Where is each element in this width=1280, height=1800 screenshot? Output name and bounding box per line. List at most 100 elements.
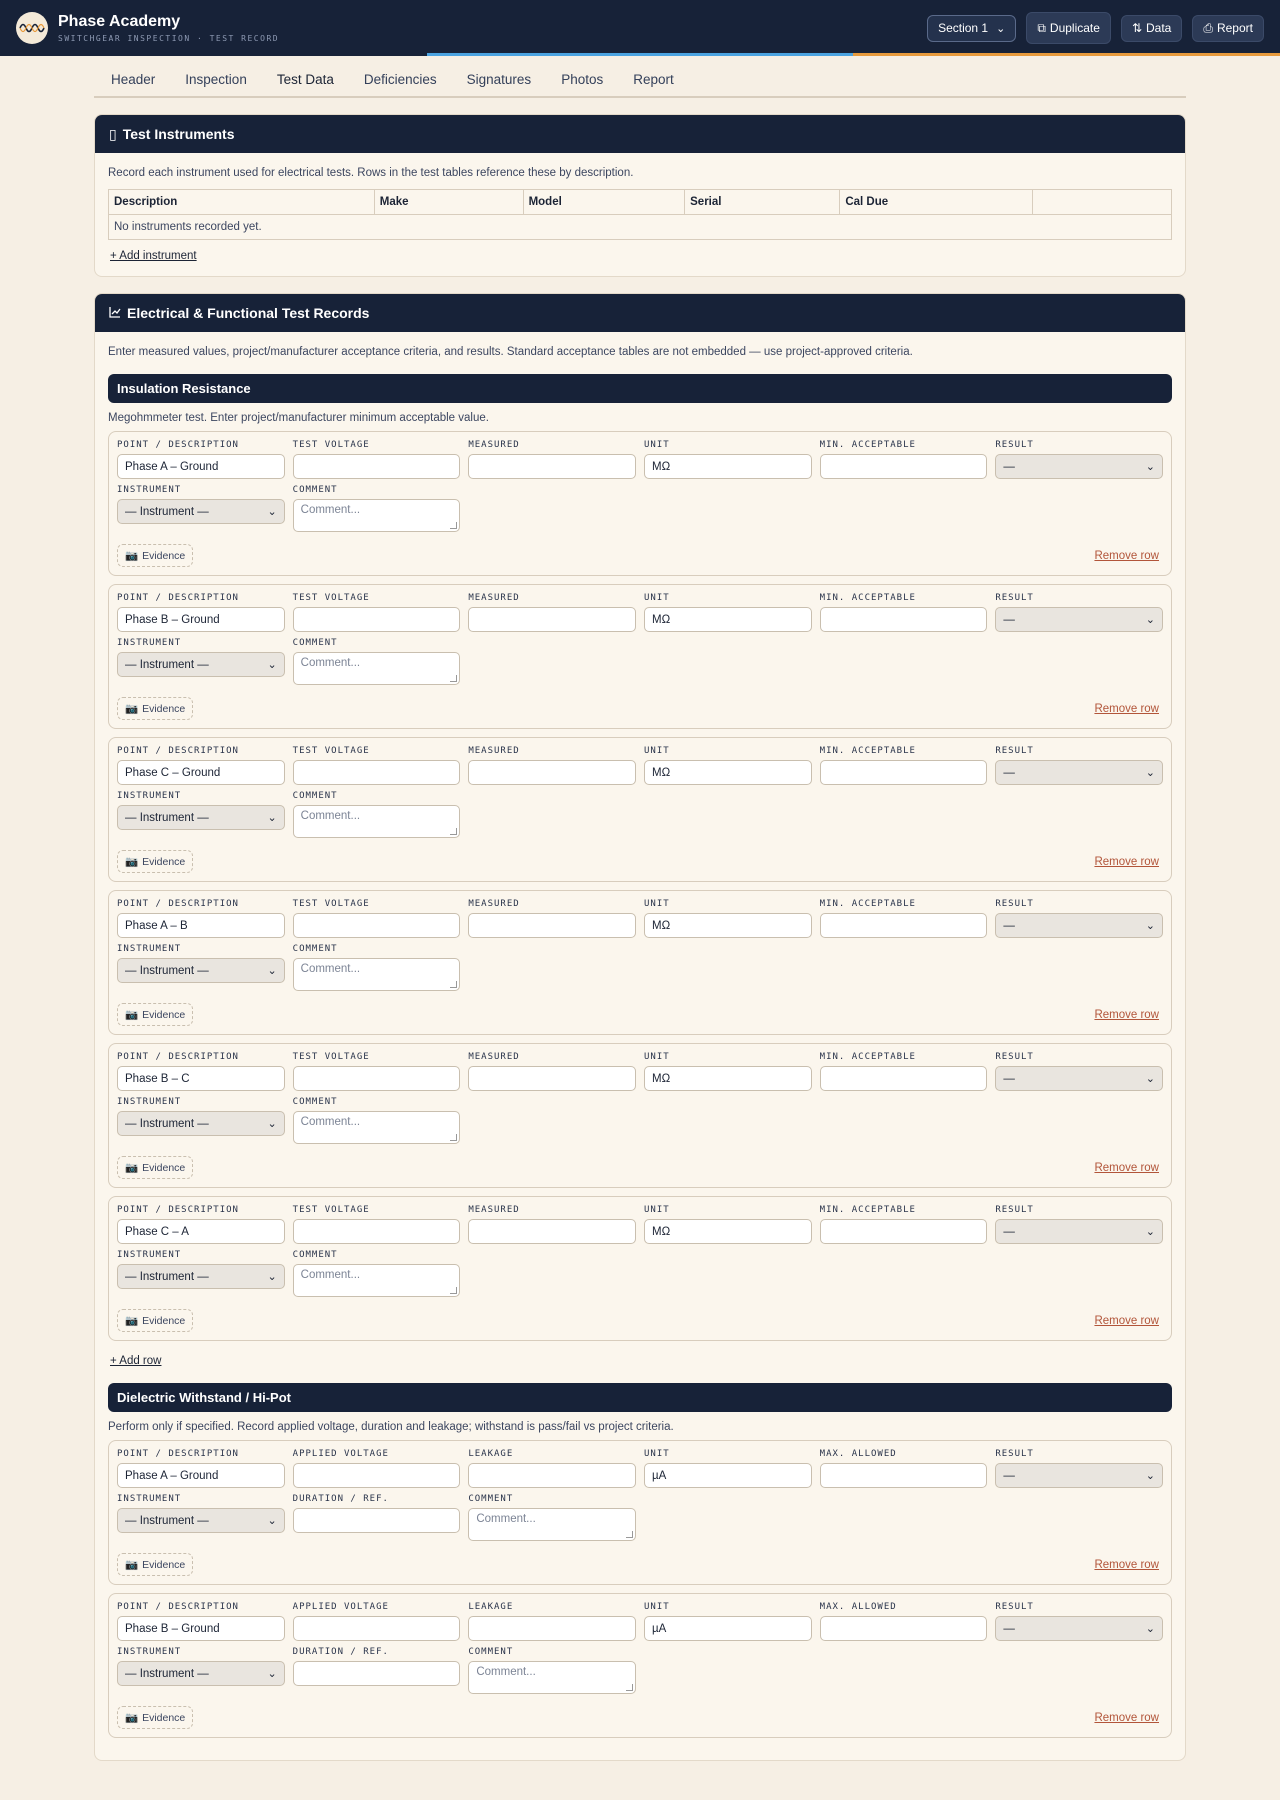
instrument-select[interactable]: — Instrument — ⌄ (117, 1264, 285, 1289)
criteria-input[interactable] (819, 1219, 988, 1244)
evidence-button[interactable]: 📷 Evidence (117, 544, 194, 567)
tab-test-data[interactable]: Test Data (262, 72, 349, 96)
report-button[interactable]: ⎙ Report (1192, 14, 1264, 42)
voltage-input[interactable] (292, 1066, 461, 1091)
measured-input[interactable] (468, 1066, 636, 1091)
duplicate-button[interactable]: ⧉ Duplicate (1026, 12, 1111, 44)
add-instrument-button[interactable]: + Add instrument (110, 250, 197, 262)
criteria-input[interactable] (819, 454, 988, 479)
unit-input[interactable]: µA (644, 1616, 812, 1641)
unit-input[interactable]: MΩ (644, 760, 812, 785)
result-select[interactable]: — ⌄ (995, 1219, 1163, 1244)
unit-input[interactable]: MΩ (644, 607, 812, 632)
instrument-select[interactable]: — Instrument — ⌄ (117, 499, 285, 524)
instrument-select[interactable]: — Instrument — ⌄ (117, 805, 285, 830)
point-input[interactable]: Phase C – Ground (117, 760, 285, 785)
criteria-input[interactable] (819, 1463, 988, 1488)
comment-textarea[interactable]: Comment... (292, 1111, 461, 1144)
point-label: POINT / DESCRIPTION (117, 1449, 239, 1459)
duration-input[interactable] (292, 1661, 461, 1686)
measured-input[interactable] (468, 454, 636, 479)
evidence-button[interactable]: 📷 Evidence (117, 697, 194, 720)
result-select[interactable]: — ⌄ (995, 913, 1163, 938)
unit-input[interactable]: µA (644, 1463, 812, 1488)
measured-input[interactable] (468, 1219, 636, 1244)
instrument-select[interactable]: — Instrument — ⌄ (117, 958, 285, 983)
unit-input[interactable]: MΩ (644, 1066, 812, 1091)
instrument-value: — Instrument — (125, 1117, 209, 1130)
result-select[interactable]: — ⌄ (995, 607, 1163, 632)
evidence-button[interactable]: 📷 Evidence (117, 1553, 194, 1576)
voltage-input[interactable] (292, 913, 461, 938)
unit-input[interactable]: MΩ (644, 1219, 812, 1244)
point-input[interactable]: Phase A – B (117, 913, 285, 938)
voltage-input[interactable] (292, 454, 461, 479)
point-input[interactable]: Phase A – Ground (117, 454, 285, 479)
remove-row-button[interactable]: Remove row (1094, 1162, 1159, 1174)
comment-textarea[interactable]: Comment... (468, 1661, 636, 1694)
comment-textarea[interactable]: Comment... (468, 1508, 636, 1541)
remove-row-button[interactable]: Remove row (1094, 1559, 1159, 1571)
data-button[interactable]: ⇅ Data (1120, 14, 1183, 42)
comment-textarea[interactable]: Comment... (292, 652, 461, 685)
measured-input[interactable] (468, 760, 636, 785)
result-select[interactable]: — ⌄ (995, 1066, 1163, 1091)
instrument-select[interactable]: — Instrument — ⌄ (117, 1508, 285, 1533)
evidence-button[interactable]: 📷 Evidence (117, 1706, 194, 1729)
result-select[interactable]: — ⌄ (995, 454, 1163, 479)
evidence-button[interactable]: 📷 Evidence (117, 1156, 194, 1179)
measured-input[interactable] (468, 1463, 636, 1488)
evidence-button[interactable]: 📷 Evidence (117, 850, 194, 873)
remove-row-button[interactable]: Remove row (1094, 1009, 1159, 1021)
voltage-input[interactable] (292, 1463, 461, 1488)
comment-textarea[interactable]: Comment... (292, 958, 461, 991)
instrument-label: INSTRUMENT (117, 944, 182, 954)
criteria-input[interactable] (819, 913, 988, 938)
comment-label: COMMENT (292, 485, 338, 495)
remove-row-button[interactable]: Remove row (1094, 550, 1159, 562)
point-input[interactable]: Phase C – A (117, 1219, 285, 1244)
remove-row-button[interactable]: Remove row (1094, 856, 1159, 868)
tab-signatures[interactable]: Signatures (452, 72, 547, 96)
voltage-input[interactable] (292, 760, 461, 785)
criteria-label: MIN. ACCEPTABLE (819, 899, 916, 909)
voltage-input[interactable] (292, 1616, 461, 1641)
voltage-input[interactable] (292, 607, 461, 632)
point-input[interactable]: Phase B – Ground (117, 1616, 285, 1641)
tab-deficiencies[interactable]: Deficiencies (349, 72, 452, 96)
unit-input[interactable]: MΩ (644, 913, 812, 938)
comment-textarea[interactable]: Comment... (292, 805, 461, 838)
evidence-button[interactable]: 📷 Evidence (117, 1003, 194, 1026)
instrument-select[interactable]: — Instrument — ⌄ (117, 652, 285, 677)
tab-inspection[interactable]: Inspection (170, 72, 262, 96)
tab-report[interactable]: Report (618, 72, 689, 96)
add-row-button[interactable]: + Add row (110, 1355, 161, 1367)
comment-textarea[interactable]: Comment... (292, 499, 461, 532)
point-input[interactable]: Phase A – Ground (117, 1463, 285, 1488)
point-input[interactable]: Phase B – C (117, 1066, 285, 1091)
criteria-input[interactable] (819, 760, 988, 785)
remove-row-button[interactable]: Remove row (1094, 1712, 1159, 1724)
measured-input[interactable] (468, 1616, 636, 1641)
criteria-input[interactable] (819, 1066, 988, 1091)
unit-input[interactable]: MΩ (644, 454, 812, 479)
instrument-select[interactable]: — Instrument — ⌄ (117, 1661, 285, 1686)
result-select[interactable]: — ⌄ (995, 760, 1163, 785)
remove-row-button[interactable]: Remove row (1094, 703, 1159, 715)
voltage-input[interactable] (292, 1219, 461, 1244)
point-input[interactable]: Phase B – Ground (117, 607, 285, 632)
tab-photos[interactable]: Photos (546, 72, 618, 96)
section-select[interactable]: Section 1 ⌄ (927, 14, 1017, 42)
criteria-input[interactable] (819, 1616, 988, 1641)
measured-input[interactable] (468, 913, 636, 938)
remove-row-button[interactable]: Remove row (1094, 1315, 1159, 1327)
evidence-button[interactable]: 📷 Evidence (117, 1309, 194, 1332)
result-select[interactable]: — ⌄ (995, 1616, 1163, 1641)
duration-input[interactable] (292, 1508, 461, 1533)
criteria-input[interactable] (819, 607, 988, 632)
tab-header[interactable]: Header (96, 72, 170, 96)
instrument-select[interactable]: — Instrument — ⌄ (117, 1111, 285, 1136)
result-select[interactable]: — ⌄ (995, 1463, 1163, 1488)
comment-textarea[interactable]: Comment... (292, 1264, 461, 1297)
measured-input[interactable] (468, 607, 636, 632)
